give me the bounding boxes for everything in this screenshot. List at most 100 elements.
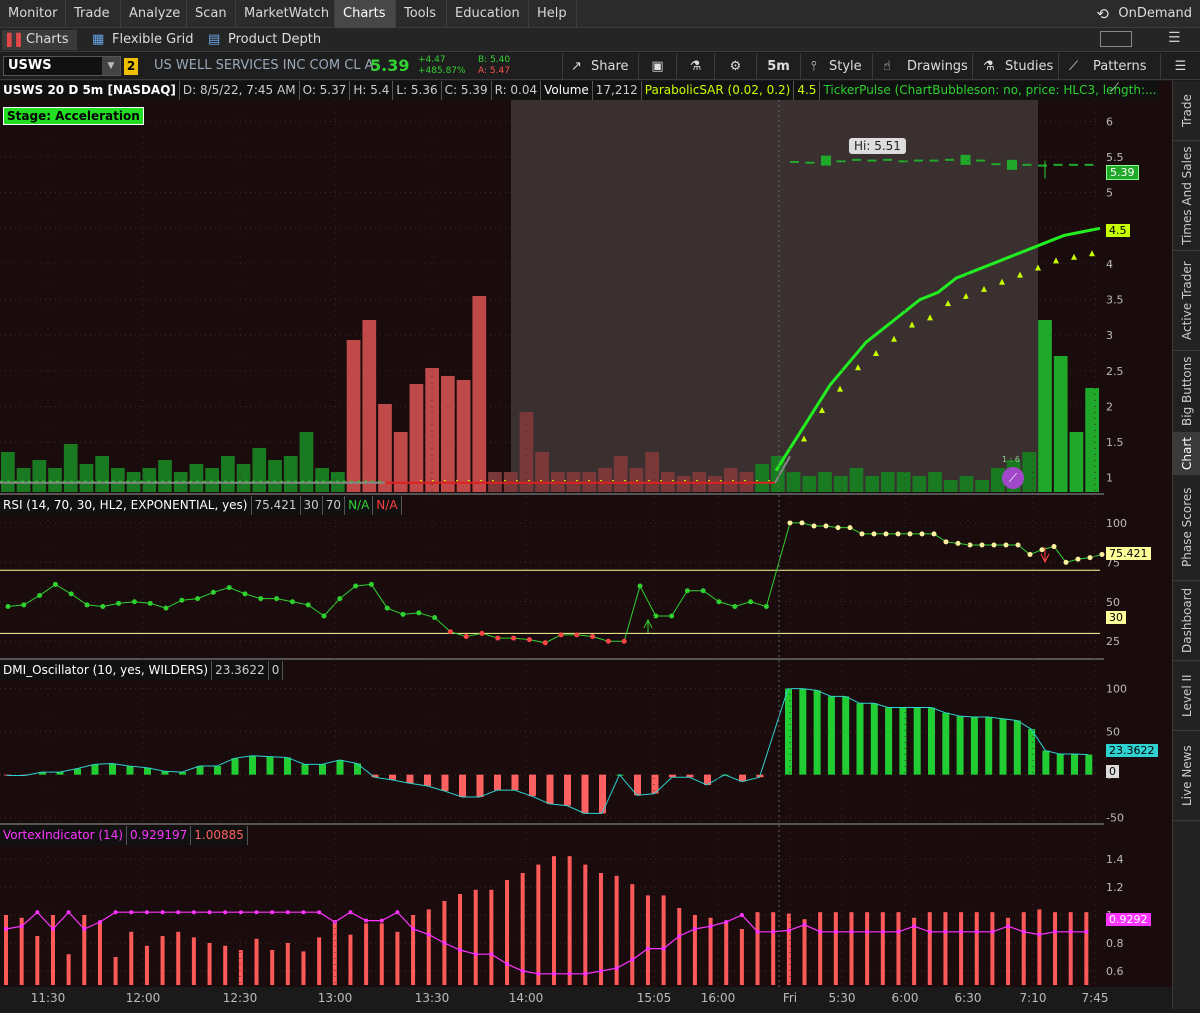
studies-flask-icon: ⚗ xyxy=(983,59,995,74)
share-icon: ↗ xyxy=(571,59,582,74)
vortex-point xyxy=(818,929,823,934)
chart-canvas[interactable]: 65.554.543.532.521.51100755025100500-501… xyxy=(0,81,1172,1009)
side-tab-dashboard[interactable]: Dashboard xyxy=(1173,581,1200,661)
extended-hours-shade xyxy=(511,100,1038,492)
vortex-point xyxy=(927,929,932,934)
vortex-point xyxy=(1006,924,1011,929)
settings-button[interactable]: ⚙ xyxy=(714,53,756,80)
vortex-plus-bar xyxy=(661,895,666,985)
menu-item-monitor[interactable]: Monitor xyxy=(0,0,66,28)
rsi-point xyxy=(847,525,853,531)
drawings-button[interactable]: ☝ Drawings xyxy=(872,53,972,80)
menu-item-education[interactable]: Education xyxy=(447,0,529,28)
patterns-icon: ⟋ xyxy=(1069,59,1079,74)
price-tick-5: 3.5 xyxy=(1106,294,1124,307)
tab-flexible-grid[interactable]: ▦ Flexible Grid xyxy=(88,30,201,50)
side-tab-big-buttons[interactable]: Big Buttons xyxy=(1173,351,1200,433)
vortex-plus-bar xyxy=(943,912,948,985)
snapshot-button[interactable]: ▣ xyxy=(638,53,676,80)
net-change-value: +4.47 xyxy=(418,55,446,65)
rsi-tick-2: 50 xyxy=(1106,596,1120,609)
rsi-point xyxy=(147,600,153,606)
rsi-point xyxy=(68,591,74,597)
ondemand-button[interactable]: ⟲ OnDemand xyxy=(1092,0,1192,28)
dmi-bar xyxy=(999,718,1007,775)
dmi-bar xyxy=(634,774,641,796)
bid-ask: B: 5.40 A: 5.47 xyxy=(478,55,510,77)
menu-item-marketwatch[interactable]: MarketWatch xyxy=(236,0,335,28)
menu-item-analyze[interactable]: Analyze xyxy=(121,0,187,28)
vortex-point xyxy=(442,941,447,945)
vortex-point xyxy=(645,946,650,951)
studies-button[interactable]: ⚗ Studies xyxy=(972,53,1058,80)
pattern-icon[interactable]: ⟋ xyxy=(1002,467,1024,489)
chart-subtabs: ▌▌ Charts ▦ Flexible Grid ▤ Product Depth ☰ xyxy=(0,28,1200,52)
side-tab-live-news[interactable]: Live News xyxy=(1173,731,1200,821)
vortex-point xyxy=(50,927,55,931)
x-tick-12: 7:10 xyxy=(1020,991,1047,1005)
dmi-bar xyxy=(1042,750,1050,775)
rsi-point xyxy=(835,525,841,531)
menu-item-help[interactable]: Help xyxy=(529,0,577,28)
vortex-plus-bar xyxy=(802,919,807,985)
menu-item-trade[interactable]: Trade xyxy=(66,0,121,28)
price-candle xyxy=(1084,163,1094,166)
side-tab-trade[interactable]: Trade xyxy=(1173,81,1200,141)
vortex-plus-bar xyxy=(536,864,541,985)
grid-icon: ▦ xyxy=(92,32,105,47)
style-button[interactable]: ⫯ Style xyxy=(800,53,872,80)
volume-bar xyxy=(896,472,911,492)
rsi-point xyxy=(1087,555,1093,561)
vortex-plus-bar xyxy=(552,856,556,985)
volume-value: 17,212 xyxy=(593,81,642,100)
patterns-button[interactable]: ⟋ Patterns xyxy=(1058,53,1160,80)
price-tick-7: 2.5 xyxy=(1106,365,1124,378)
flask-button[interactable]: ⚗ xyxy=(676,53,714,80)
share-button[interactable]: ↗ Share xyxy=(562,53,638,80)
dmi-bar xyxy=(406,774,414,784)
vortex-point xyxy=(301,910,306,915)
vortex-plus-bar xyxy=(598,873,603,985)
chart-area[interactable]: 65.554.543.532.521.51100755025100500-501… xyxy=(0,81,1172,1009)
side-tab-level-ii[interactable]: Level II xyxy=(1173,661,1200,731)
side-tab-active-trader[interactable]: Active Trader xyxy=(1173,251,1200,351)
chevron-down-icon[interactable]: ▼ xyxy=(102,57,120,75)
rsi-point xyxy=(52,581,58,587)
menu-item-scan[interactable]: Scan xyxy=(187,0,236,28)
timeframe-button[interactable]: 5m xyxy=(756,53,800,80)
vortex-plus-bar xyxy=(426,909,431,985)
rsi-point xyxy=(463,633,469,639)
rsi-point xyxy=(955,540,961,546)
side-tab-chart[interactable]: Chart xyxy=(1173,433,1200,475)
volume-bar xyxy=(912,476,927,492)
expand-icon[interactable]: ⟋ xyxy=(1110,81,1130,100)
volume-bar xyxy=(1022,452,1037,492)
volume-bar xyxy=(283,456,298,492)
camera-icon: ▣ xyxy=(651,59,664,74)
link-badge[interactable]: 2 xyxy=(124,58,138,75)
rsi-point xyxy=(1015,542,1021,548)
vortex-plus-bar xyxy=(880,912,885,985)
menu-item-charts[interactable]: Charts xyxy=(335,0,396,28)
side-tab-times-and-sales[interactable]: Times And Sales xyxy=(1173,141,1200,251)
symbol-input[interactable]: USWS ▼ xyxy=(3,56,121,76)
menu-lines-icon[interactable]: ☰ xyxy=(1168,30,1181,46)
rsi-point xyxy=(895,531,901,537)
vortex-point xyxy=(1053,929,1058,934)
dmi-bar xyxy=(970,717,978,775)
dmi-bar xyxy=(529,774,536,797)
menu-item-tools[interactable]: Tools xyxy=(396,0,447,28)
side-tab-phase-scores[interactable]: Phase Scores xyxy=(1173,475,1200,581)
vortex-plus-bar xyxy=(567,856,572,985)
volume-bar xyxy=(1085,388,1099,492)
tab-charts[interactable]: ▌▌ Charts xyxy=(2,30,77,50)
layout-box-icon[interactable] xyxy=(1100,31,1132,47)
rsi-point xyxy=(400,611,406,617)
volume-bar xyxy=(708,476,722,492)
vortex-plus-bar xyxy=(82,915,87,985)
tab-product-depth[interactable]: ▤ Product Depth xyxy=(204,30,329,50)
pattern-label: 1 : 6 xyxy=(1002,455,1020,464)
volume-bar xyxy=(16,468,31,492)
toolbar-menu-button[interactable]: ☰ xyxy=(1160,53,1200,80)
dmi-bar xyxy=(1028,729,1036,775)
